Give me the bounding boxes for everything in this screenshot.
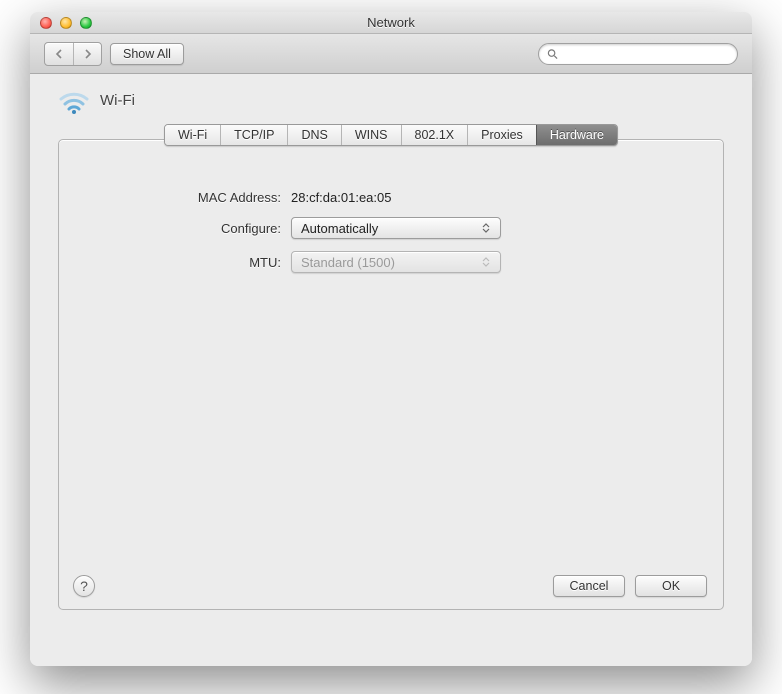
tab-tcpip[interactable]: TCP/IP [220, 125, 287, 145]
tab-label: TCP/IP [234, 128, 274, 142]
tab-label: Hardware [550, 128, 604, 142]
mtu-select: Standard (1500) [291, 251, 501, 273]
chevron-left-icon [55, 49, 63, 59]
window: Network Show All [30, 12, 752, 666]
tab-wifi[interactable]: Wi-Fi [165, 125, 220, 145]
show-all-button[interactable]: Show All [110, 43, 184, 65]
search-field[interactable] [538, 43, 738, 65]
show-all-label: Show All [123, 47, 171, 61]
tab-hardware[interactable]: Hardware [536, 125, 617, 145]
ok-button[interactable]: OK [635, 575, 707, 597]
toolbar: Show All [30, 34, 752, 74]
close-window-button[interactable] [40, 17, 52, 29]
stepper-icon [482, 257, 494, 267]
interface-header: Wi-Fi [30, 74, 752, 114]
interface-name: Wi-Fi [100, 92, 135, 109]
tab-label: DNS [301, 128, 327, 142]
tabs: Wi-Fi TCP/IP DNS WINS 802.1X Proxies Har… [30, 124, 752, 146]
window-footer [30, 634, 752, 666]
nav-forward-button[interactable] [73, 43, 101, 65]
mac-address-label: MAC Address: [161, 190, 291, 205]
configure-select[interactable]: Automatically [291, 217, 501, 239]
nav-back-button[interactable] [45, 43, 73, 65]
mtu-value: Standard (1500) [301, 255, 482, 270]
tab-label: WINS [355, 128, 388, 142]
row-mac-address: MAC Address: 28:cf:da:01:ea:05 [161, 190, 621, 205]
mtu-label: MTU: [161, 255, 291, 270]
help-icon: ? [80, 578, 88, 594]
traffic-lights [30, 17, 92, 29]
content: Wi-Fi Wi-Fi TCP/IP DNS WINS 802.1X Proxi… [30, 74, 752, 666]
chevron-right-icon [84, 49, 92, 59]
tab-label: Proxies [481, 128, 523, 142]
mac-address-value: 28:cf:da:01:ea:05 [291, 190, 391, 205]
tab-dns[interactable]: DNS [287, 125, 340, 145]
settings-panel: MAC Address: 28:cf:da:01:ea:05 Configure… [58, 139, 724, 610]
tab-wins[interactable]: WINS [341, 125, 401, 145]
nav-segment [44, 42, 102, 66]
tab-8021x[interactable]: 802.1X [401, 125, 468, 145]
hardware-form: MAC Address: 28:cf:da:01:ea:05 Configure… [161, 190, 621, 273]
search-input[interactable] [562, 47, 729, 61]
row-mtu: MTU: Standard (1500) [161, 251, 621, 273]
cancel-label: Cancel [570, 579, 609, 593]
titlebar: Network [30, 12, 752, 34]
cancel-button[interactable]: Cancel [553, 575, 625, 597]
tab-label: 802.1X [415, 128, 455, 142]
row-configure: Configure: Automatically [161, 217, 621, 239]
tabbar: Wi-Fi TCP/IP DNS WINS 802.1X Proxies Har… [164, 124, 618, 146]
tab-proxies[interactable]: Proxies [467, 125, 536, 145]
tab-label: Wi-Fi [178, 128, 207, 142]
stepper-icon [482, 223, 494, 233]
ok-label: OK [662, 579, 680, 593]
wifi-icon [58, 86, 90, 114]
zoom-window-button[interactable] [80, 17, 92, 29]
panel-footer: ? Cancel OK [73, 575, 707, 597]
window-title: Network [30, 15, 752, 30]
configure-value: Automatically [301, 221, 482, 236]
minimize-window-button[interactable] [60, 17, 72, 29]
search-icon [547, 48, 558, 60]
help-button[interactable]: ? [73, 575, 95, 597]
configure-label: Configure: [161, 221, 291, 236]
